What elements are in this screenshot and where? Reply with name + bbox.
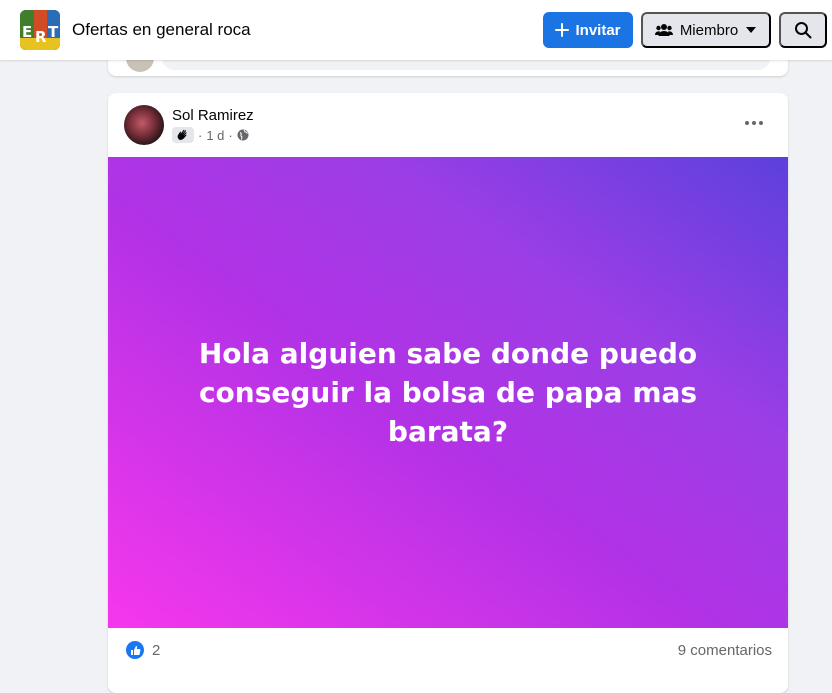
invite-label: Invitar — [575, 21, 621, 39]
comments-count[interactable]: 9 comentarios — [678, 642, 772, 659]
more-options-button[interactable] — [740, 111, 768, 135]
reaction-summary[interactable]: 2 — [126, 641, 160, 659]
search-icon — [795, 22, 812, 39]
group-logo[interactable]: E R T — [20, 10, 60, 50]
logo-letter: T — [48, 23, 59, 41]
member-button[interactable]: Miembro — [641, 12, 771, 48]
logo-letter: R — [35, 28, 47, 46]
caret-down-icon — [746, 27, 757, 33]
member-label: Miembro — [679, 21, 739, 39]
like-icon — [126, 641, 144, 659]
meta-separator: · — [198, 127, 203, 143]
search-button[interactable] — [779, 12, 827, 48]
post-card: Sol Ramirez · 1 d · Hola alguien sabe do… — [108, 93, 788, 693]
reaction-count: 2 — [152, 641, 161, 659]
post-time[interactable]: 1 d — [206, 128, 224, 143]
meta-separator: · — [228, 127, 233, 143]
invite-button[interactable]: Invitar — [543, 12, 633, 48]
logo-letter: E — [22, 23, 33, 41]
people-icon — [654, 24, 673, 36]
group-title[interactable]: Ofertas en general roca — [72, 20, 251, 40]
author-avatar[interactable] — [124, 105, 164, 145]
plus-icon — [555, 23, 570, 37]
post-text: Hola alguien sabe donde puedo conseguir … — [198, 337, 698, 448]
author-name[interactable]: Sol Ramirez — [172, 107, 254, 124]
more-icon — [745, 121, 763, 125]
post-meta: · 1 d · — [172, 127, 249, 143]
post-background-text: Hola alguien sabe donde puedo conseguir … — [108, 157, 788, 628]
globe-icon — [237, 129, 249, 141]
group-header: E R T Ofertas en general roca Invitar Mi… — [0, 0, 832, 60]
wave-badge-icon[interactable] — [172, 127, 194, 143]
